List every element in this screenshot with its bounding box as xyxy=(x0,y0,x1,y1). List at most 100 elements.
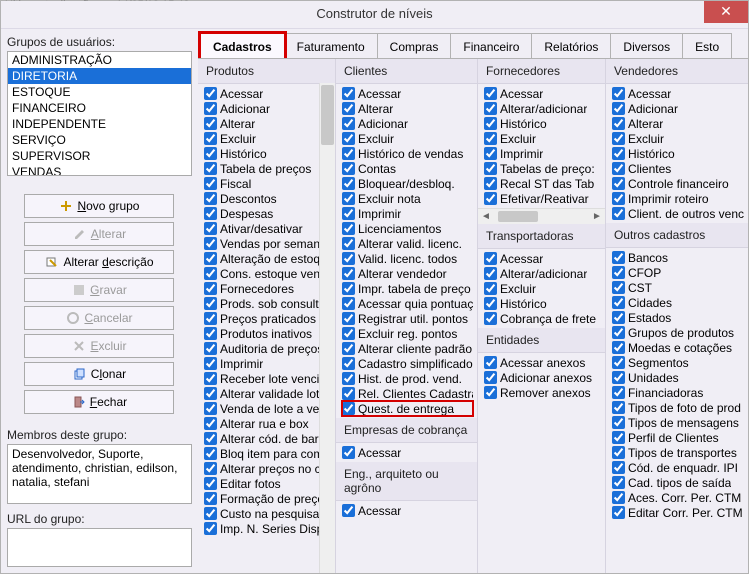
perm-row[interactable]: Histórico xyxy=(484,116,601,131)
perm-checkbox[interactable] xyxy=(612,506,625,519)
perm-checkbox[interactable] xyxy=(204,447,217,460)
perm-row[interactable]: Fiscal xyxy=(204,176,331,191)
perm-row[interactable]: Preços praticados xyxy=(204,311,331,326)
perm-checkbox[interactable] xyxy=(204,522,217,535)
perm-row[interactable]: CST xyxy=(612,280,744,295)
perm-checkbox[interactable] xyxy=(612,401,625,414)
hscrollbar[interactable]: ◄► xyxy=(478,208,605,224)
perm-checkbox[interactable] xyxy=(204,462,217,475)
perm-row[interactable]: Acessar xyxy=(342,503,473,518)
perm-row[interactable]: Acessar xyxy=(484,251,601,266)
perm-checkbox[interactable] xyxy=(342,282,355,295)
perm-row[interactable]: Alterar xyxy=(204,116,331,131)
fechar-button[interactable]: Fechar xyxy=(24,390,174,414)
perm-checkbox[interactable] xyxy=(612,476,625,489)
perm-checkbox[interactable] xyxy=(342,252,355,265)
perm-row[interactable]: Histórico xyxy=(612,146,744,161)
group-item[interactable]: VENDAS xyxy=(8,164,191,176)
perm-row[interactable]: Alterar valid. licenc. xyxy=(342,236,473,251)
perm-row[interactable]: Excluir xyxy=(342,131,473,146)
tab-diversos[interactable]: Diversos xyxy=(610,33,683,59)
perm-row[interactable]: Licenciamentos xyxy=(342,221,473,236)
perm-checkbox[interactable] xyxy=(342,192,355,205)
perm-row[interactable]: Acessar xyxy=(612,86,744,101)
perm-checkbox[interactable] xyxy=(612,251,625,264)
perm-row[interactable]: Excluir reg. pontos xyxy=(342,326,473,341)
perm-row[interactable]: Hist. de prod. vend. xyxy=(342,371,473,386)
perm-checkbox[interactable] xyxy=(612,326,625,339)
group-item[interactable]: ADMINISTRAÇÃO xyxy=(8,52,191,68)
perm-row[interactable]: Financiadoras xyxy=(612,385,744,400)
perm-row[interactable]: Segmentos xyxy=(612,355,744,370)
perm-row[interactable]: Tipos de transportes xyxy=(612,445,744,460)
perm-checkbox[interactable] xyxy=(204,312,217,325)
alterar-descricao-button[interactable]: Alterar descrição xyxy=(24,250,174,274)
perm-checkbox[interactable] xyxy=(342,162,355,175)
perm-row[interactable]: Estados xyxy=(612,310,744,325)
perm-row[interactable]: Valid. licenc. todos xyxy=(342,251,473,266)
perm-checkbox[interactable] xyxy=(204,432,217,445)
perm-row[interactable]: Histórico xyxy=(204,146,331,161)
perm-row[interactable]: Adicionar xyxy=(204,101,331,116)
perm-row[interactable]: Alterar vendedor xyxy=(342,266,473,281)
perm-row[interactable]: Unidades xyxy=(612,370,744,385)
perm-checkbox[interactable] xyxy=(342,132,355,145)
perm-row[interactable]: Custo na pesquisa xyxy=(204,506,331,521)
perm-checkbox[interactable] xyxy=(342,342,355,355)
perm-checkbox[interactable] xyxy=(342,402,355,415)
perm-row[interactable]: Cobrança de frete xyxy=(484,311,601,326)
perm-row[interactable]: Tipos de foto de prod xyxy=(612,400,744,415)
perm-row[interactable]: Alterar rua e box xyxy=(204,416,331,431)
perm-row[interactable]: Tabela de preços xyxy=(204,161,331,176)
perm-checkbox[interactable] xyxy=(342,147,355,160)
perm-row[interactable]: Receber lote vencid xyxy=(204,371,331,386)
perm-checkbox[interactable] xyxy=(204,492,217,505)
perm-checkbox[interactable] xyxy=(204,282,217,295)
perm-checkbox[interactable] xyxy=(204,342,217,355)
perm-checkbox[interactable] xyxy=(612,446,625,459)
perm-checkbox[interactable] xyxy=(204,192,217,205)
perm-checkbox[interactable] xyxy=(612,266,625,279)
perm-checkbox[interactable] xyxy=(612,207,625,220)
perm-checkbox[interactable] xyxy=(612,296,625,309)
perm-checkbox[interactable] xyxy=(204,177,217,190)
perm-row[interactable]: Histórico xyxy=(484,296,601,311)
perm-row[interactable]: Controle financeiro xyxy=(612,176,744,191)
perm-checkbox[interactable] xyxy=(612,461,625,474)
group-item[interactable]: INDEPENDENTE xyxy=(8,116,191,132)
perm-row[interactable]: Cidades xyxy=(612,295,744,310)
perm-checkbox[interactable] xyxy=(204,477,217,490)
perm-checkbox[interactable] xyxy=(612,87,625,100)
perm-checkbox[interactable] xyxy=(484,356,497,369)
perm-checkbox[interactable] xyxy=(204,417,217,430)
perm-row[interactable]: Bloq item para comp xyxy=(204,446,331,461)
perm-row[interactable]: Grupos de produtos xyxy=(612,325,744,340)
perm-checkbox[interactable] xyxy=(612,132,625,145)
perm-row[interactable]: Imprimir xyxy=(484,146,601,161)
perm-checkbox[interactable] xyxy=(484,177,497,190)
perm-row[interactable]: Vendas por semana xyxy=(204,236,331,251)
perm-checkbox[interactable] xyxy=(484,282,497,295)
perm-row[interactable]: Alterar xyxy=(342,101,473,116)
perm-row[interactable]: Excluir nota xyxy=(342,191,473,206)
perm-checkbox[interactable] xyxy=(612,102,625,115)
perm-row[interactable]: Adicionar xyxy=(342,116,473,131)
perm-row[interactable]: Rel. Clientes Cadastra xyxy=(342,386,473,401)
perm-row[interactable]: Excluir xyxy=(484,281,601,296)
perm-row[interactable]: Imprimir roteiro xyxy=(612,191,744,206)
perm-row[interactable]: Alterar/adicionar xyxy=(484,266,601,281)
perm-row[interactable]: Alterar cód. de barr xyxy=(204,431,331,446)
perm-row[interactable]: Tipos de mensagens xyxy=(612,415,744,430)
perm-checkbox[interactable] xyxy=(484,87,497,100)
perm-checkbox[interactable] xyxy=(204,87,217,100)
group-item[interactable]: FINANCEIRO xyxy=(8,100,191,116)
perm-row[interactable]: Cadastro simplificado xyxy=(342,356,473,371)
perm-row[interactable]: Auditoria de preços xyxy=(204,341,331,356)
perm-checkbox[interactable] xyxy=(204,267,217,280)
perm-checkbox[interactable] xyxy=(204,147,217,160)
excluir-button[interactable]: Excluir xyxy=(24,334,174,358)
perm-checkbox[interactable] xyxy=(204,132,217,145)
perm-checkbox[interactable] xyxy=(484,386,497,399)
perm-checkbox[interactable] xyxy=(204,327,217,340)
perm-row[interactable]: Cód. de enquadr. IPI xyxy=(612,460,744,475)
